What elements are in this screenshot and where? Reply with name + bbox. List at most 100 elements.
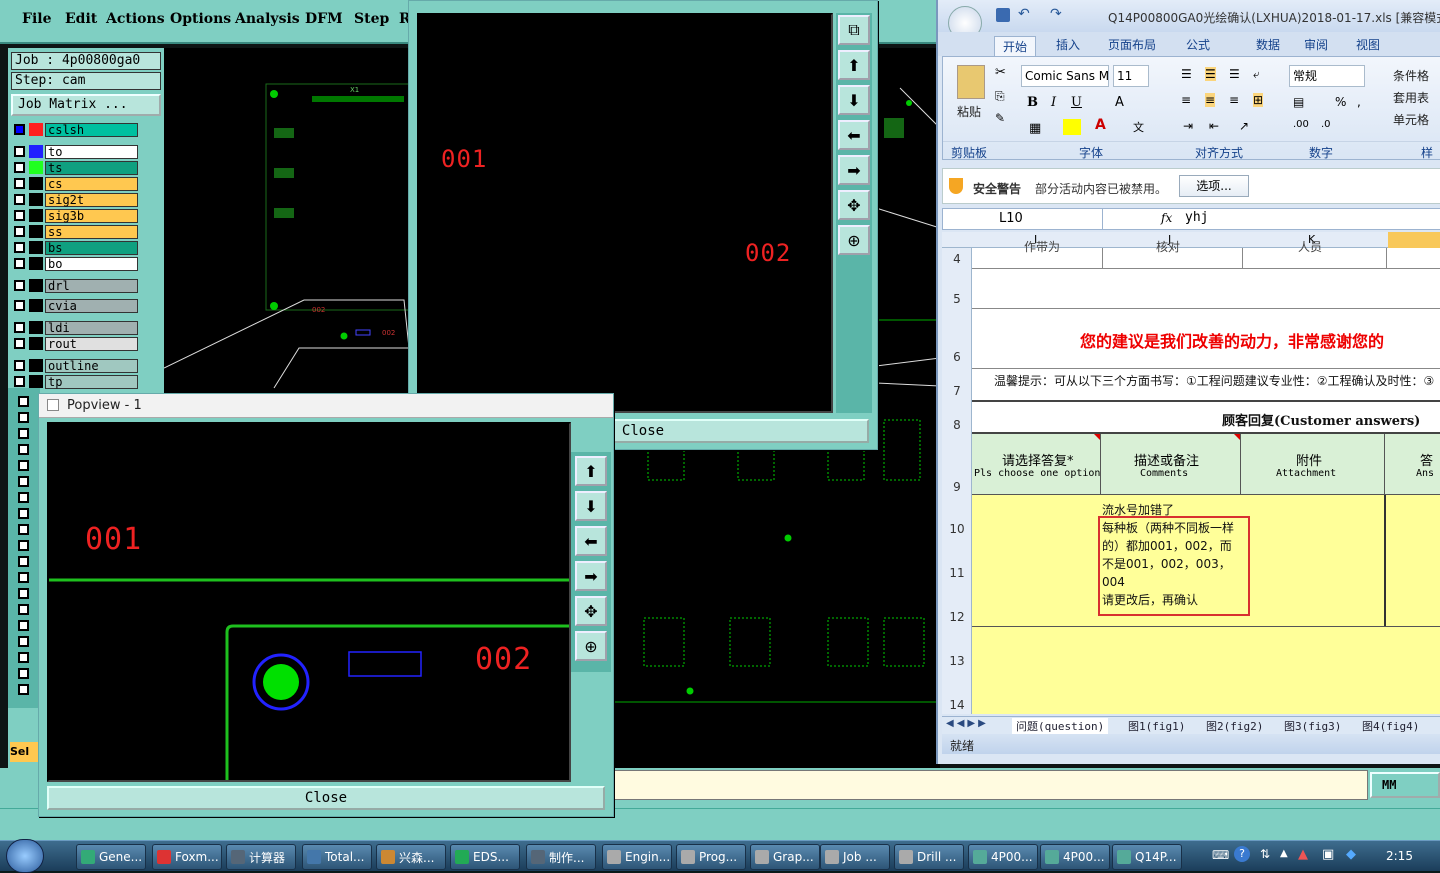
align-middle-icon[interactable]: ☰	[1205, 67, 1216, 81]
cell-style-button[interactable]: 单元格	[1393, 111, 1429, 128]
ribbon-tab-5[interactable]: 审阅	[1304, 36, 1328, 53]
col-header-l-selected[interactable]	[1388, 232, 1440, 248]
orientation-icon[interactable]: ↗	[1239, 119, 1249, 133]
ribbon-tab-4[interactable]: 数据	[1256, 36, 1280, 53]
number-format-box[interactable]: 常规	[1289, 65, 1365, 87]
taskbar-item[interactable]: EDS...	[450, 844, 520, 870]
layer-row-sig2t[interactable]: sig2t	[14, 192, 138, 207]
taskbar-item[interactable]: Prog...	[676, 844, 746, 870]
row-header[interactable]: 12	[942, 610, 972, 624]
grow-font-icon[interactable]: A	[1115, 95, 1124, 110]
sheet-tab-4[interactable]: 图4(fig4)	[1362, 718, 1419, 734]
row-header[interactable]: 8	[942, 418, 972, 432]
ribbon-tab-1[interactable]: 插入	[1056, 36, 1080, 53]
bold-icon[interactable]: B	[1027, 95, 1038, 110]
popview-1-close-button[interactable]: Close	[47, 786, 605, 810]
extra-layer-checkbox[interactable]	[18, 524, 29, 535]
layer-row-bs[interactable]: bs	[14, 240, 138, 255]
extra-layer-checkbox[interactable]	[18, 652, 29, 663]
layer-row-ss[interactable]: ss	[14, 224, 138, 239]
layer-checkbox[interactable]	[14, 124, 25, 135]
font-name-box[interactable]: Comic Sans M	[1021, 65, 1109, 87]
layer-checkbox[interactable]	[14, 258, 25, 269]
font-size-box[interactable]: 11	[1113, 65, 1149, 87]
pan-down-icon[interactable]: ⬇	[838, 85, 870, 115]
layer-row-sig3b[interactable]: sig3b	[14, 208, 138, 223]
align-left-icon[interactable]: ≡	[1181, 93, 1191, 107]
extra-layer-checkbox[interactable]	[18, 444, 29, 455]
extra-layer-checkbox[interactable]	[18, 668, 29, 679]
align-center-icon[interactable]: ≡	[1205, 93, 1216, 107]
tray-app-icon[interactable]: ▲	[1298, 847, 1308, 862]
layer-row-bo[interactable]: bo	[14, 256, 138, 271]
wrap-text-icon[interactable]: ⤶	[1253, 67, 1260, 82]
menu-actions[interactable]: Actions	[106, 11, 165, 27]
font-color-icon[interactable]: A	[1095, 117, 1106, 133]
taskbar-item[interactable]: Grap...	[750, 844, 820, 870]
extra-layer-checkbox[interactable]	[18, 604, 29, 615]
tray-expand-icon[interactable]: ▲	[1280, 848, 1288, 859]
row-header[interactable]: 6	[942, 350, 972, 364]
start-button-icon[interactable]	[6, 839, 44, 873]
extra-layer-checkbox[interactable]	[18, 476, 29, 487]
layer-row-cvia[interactable]: cvia	[14, 298, 138, 313]
undo-icon[interactable]: ↶	[1018, 6, 1030, 22]
sheet-tab-1[interactable]: 图1(fig1)	[1128, 718, 1185, 734]
merge-center-icon[interactable]: ⊞	[1253, 93, 1264, 107]
layer-checkbox[interactable]	[14, 226, 25, 237]
layer-checkbox[interactable]	[14, 242, 25, 253]
layer-row-tp[interactable]: tp	[14, 374, 138, 389]
sheet-tab-2[interactable]: 图2(fig2)	[1206, 718, 1263, 734]
layer-checkbox[interactable]	[14, 280, 25, 291]
comma-icon[interactable]: ,	[1357, 95, 1361, 109]
layer-row-cslsh[interactable]: cslsh	[14, 122, 138, 137]
sheet-grid[interactable]: I J K 4 5 6 7 8 9 10 11 12 13 14 作带为 核对 人员 您的建议是我们…	[942, 232, 1440, 714]
keyboard-icon[interactable]: ⌨	[1212, 848, 1229, 862]
pan-left-icon[interactable]: ⬅	[575, 526, 607, 556]
pan-right-icon[interactable]: ➡	[838, 155, 870, 185]
align-top-icon[interactable]: ☰	[1181, 67, 1192, 81]
row-header[interactable]: 10	[942, 522, 972, 536]
format-table-button[interactable]: 套用表	[1393, 89, 1429, 106]
italic-icon[interactable]: I	[1051, 95, 1056, 110]
increase-decimal-icon[interactable]: .00	[1293, 119, 1309, 130]
row-header[interactable]: 14	[942, 698, 972, 712]
taskbar-item[interactable]: Job ...	[820, 844, 890, 870]
row-header[interactable]: 13	[942, 654, 972, 668]
taskbar-item[interactable]: 4P00...	[968, 844, 1038, 870]
pan-up-icon[interactable]: ⬆	[575, 456, 607, 486]
extra-layer-checkbox[interactable]	[18, 588, 29, 599]
zoom-fit-icon[interactable]: ✥	[575, 596, 607, 626]
sel-label[interactable]: Sel	[10, 742, 40, 762]
taskbar-item[interactable]: Engin...	[602, 844, 672, 870]
zoom-fit-icon[interactable]: ✥	[838, 190, 870, 220]
layer-row-drl[interactable]: drl	[14, 278, 138, 293]
layer-checkbox[interactable]	[14, 178, 25, 189]
format-painter-icon[interactable]: ✎	[995, 111, 1005, 125]
layer-row-to[interactable]: to	[14, 144, 138, 159]
zoom-home-icon[interactable]: ⊕	[575, 631, 607, 661]
align-bottom-icon[interactable]: ☰	[1229, 67, 1240, 81]
layer-checkbox[interactable]	[14, 338, 25, 349]
pan-up-icon[interactable]: ⬆	[838, 50, 870, 80]
extra-layer-checkbox[interactable]	[18, 492, 29, 503]
menu-analysis[interactable]: Analysis	[235, 11, 300, 27]
taskbar-item[interactable]: Foxm...	[152, 844, 222, 870]
menu-dfm[interactable]: DFM	[305, 11, 343, 27]
copy-view-icon[interactable]: ⧉	[838, 15, 870, 45]
fill-color-icon[interactable]	[1063, 119, 1081, 135]
layer-row-cs[interactable]: cs	[14, 176, 138, 191]
save-icon[interactable]	[996, 8, 1010, 22]
border-icon[interactable]: ▦	[1029, 121, 1041, 136]
extra-layer-checkbox[interactable]	[18, 460, 29, 471]
align-right-icon[interactable]: ≡	[1229, 93, 1239, 107]
paste-label[interactable]: 粘贴	[957, 103, 981, 120]
extra-layer-checkbox[interactable]	[18, 620, 29, 631]
redo-icon[interactable]: ↷	[1050, 6, 1062, 22]
excel-titlebar[interactable]: ↶ ↷ Q14P00800GA0光绘确认(LXHUA)2018-01-17.xl…	[938, 0, 1440, 40]
taskbar-item[interactable]: Gene...	[76, 844, 146, 870]
network-icon[interactable]: ▣	[1322, 847, 1334, 862]
ribbon-tab-2[interactable]: 页面布局	[1108, 36, 1156, 53]
pan-down-icon[interactable]: ⬇	[575, 491, 607, 521]
sheet-tab-3[interactable]: 图3(fig3)	[1284, 718, 1341, 734]
